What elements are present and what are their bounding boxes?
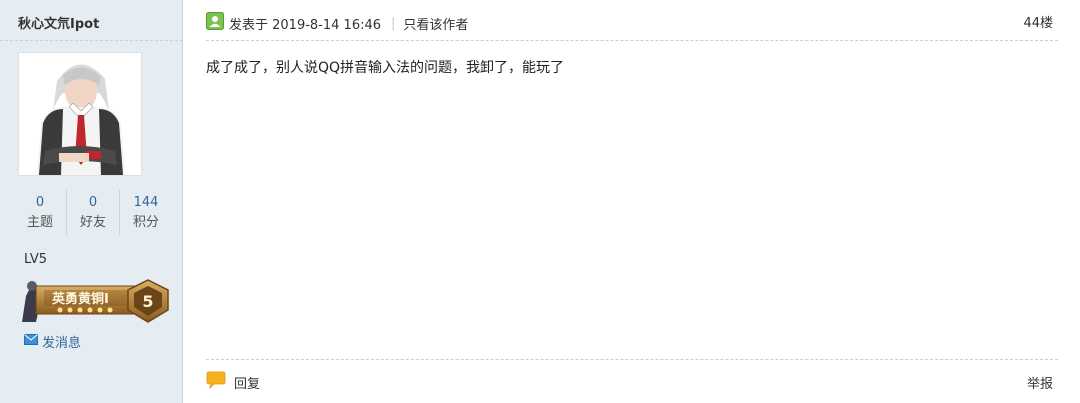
badge-text: 英勇黄铜I [51,291,109,307]
reply-label: 回复 [234,376,261,392]
reply-button[interactable]: 回复 [206,371,260,393]
online-status-icon [206,12,224,34]
separator: | [391,15,396,31]
stat-value: 0 [88,195,98,210]
footer-divider [206,359,1058,360]
stat-label: 好友 [79,215,106,230]
header-divider [206,40,1058,41]
stat-threads[interactable]: 0 主题 [14,190,66,235]
post-date: 发表于 2019-8-14 16:46 [229,17,382,33]
post-content: 成了成了，别人说QQ拼音输入法的问题，我卸了，能玩了 [206,60,565,76]
rank-badge: 英勇黄铜I 5 [16,276,172,324]
badge-number: 5 [142,292,153,311]
reply-bubble-icon [206,371,226,393]
stat-label: 主题 [26,215,53,230]
user-stats: 0 主题 0 好友 144 积分 [14,190,172,235]
envelope-icon [24,334,38,349]
forum-post: 秋心文氘Ipot 0 主题 0 好友 144 积分 LV5 英勇黄铜I 5 发消… [0,0,1080,403]
stat-points[interactable]: 144 积分 [119,190,172,235]
stat-friends[interactable]: 0 好友 [66,190,119,235]
user-level: LV5 [24,252,47,267]
author-sidebar: 秋心文氘Ipot 0 主题 0 好友 144 积分 LV5 英勇黄铜I 5 发消… [0,0,183,403]
post-header: 发表于 2019-8-14 16:46 | 只看该作者 [206,12,468,34]
stat-label: 积分 [132,215,159,230]
post-body: 发表于 2019-8-14 16:46 | 只看该作者 44楼 成了成了，别人说… [184,0,1080,403]
send-message-link[interactable]: 发消息 [24,332,81,351]
send-message-label: 发消息 [42,336,82,351]
avatar[interactable] [18,52,142,176]
report-link[interactable]: 举报 [1027,373,1053,392]
floor-number[interactable]: 44楼 [1023,12,1053,31]
author-only-link[interactable]: 只看该作者 [403,14,468,33]
stat-value: 0 [35,195,45,210]
stat-value: 144 [133,195,159,210]
author-name[interactable]: 秋心文氘Ipot [18,13,99,32]
sidebar-divider [0,40,183,41]
